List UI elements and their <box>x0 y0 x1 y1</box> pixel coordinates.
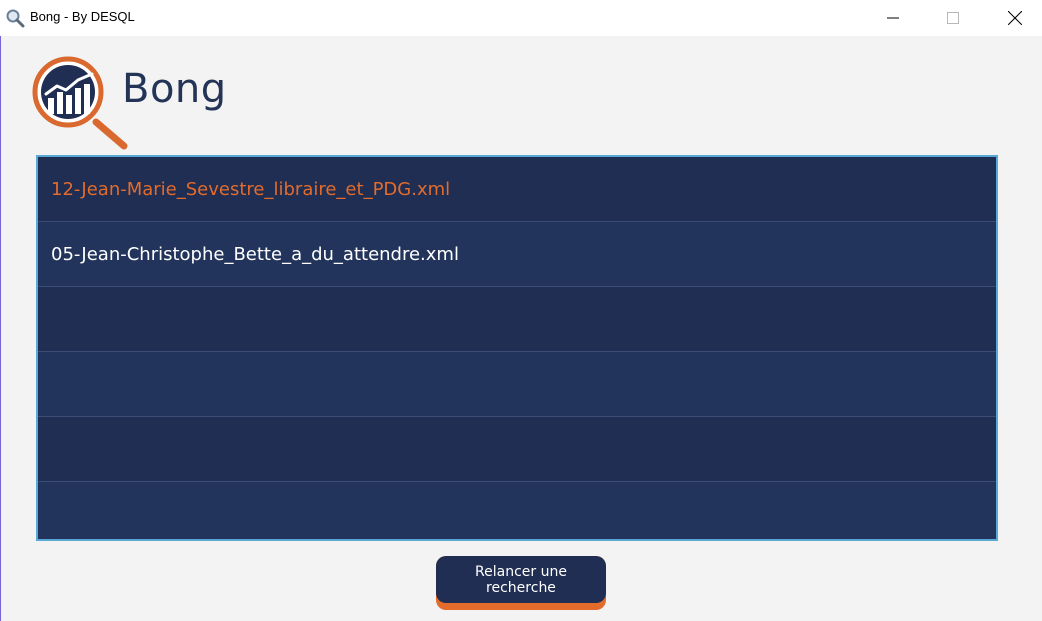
list-item-label: 05-Jean-Christophe_Bette_a_du_attendre.x… <box>51 243 459 265</box>
maximize-icon <box>947 12 959 24</box>
magnifier-icon <box>5 8 25 28</box>
window-border <box>0 0 1 621</box>
minimize-button[interactable] <box>870 0 916 36</box>
restart-button-shadow: Relancer une recherche <box>436 556 606 610</box>
list-item[interactable] <box>38 482 996 539</box>
app-logo-icon <box>30 54 130 154</box>
list-item[interactable] <box>38 287 996 352</box>
minimize-icon <box>887 17 899 19</box>
window-title: Bong - By DESQL <box>30 9 135 24</box>
list-item-label: 12-Jean-Marie_Sevestre_libraire_et_PDG.x… <box>51 178 451 200</box>
close-button[interactable] <box>992 0 1038 36</box>
list-item[interactable] <box>38 352 996 417</box>
title-bar[interactable]: Bong - By DESQL <box>0 0 1042 36</box>
list-item[interactable]: 05-Jean-Christophe_Bette_a_du_attendre.x… <box>38 222 996 287</box>
list-item[interactable] <box>38 417 996 482</box>
restart-search-button[interactable]: Relancer une recherche <box>436 556 606 603</box>
maximize-button[interactable] <box>930 0 976 36</box>
results-list[interactable]: 12-Jean-Marie_Sevestre_libraire_et_PDG.x… <box>36 155 998 541</box>
app-title: Bong <box>122 66 227 112</box>
list-item[interactable]: 12-Jean-Marie_Sevestre_libraire_et_PDG.x… <box>38 157 996 222</box>
close-icon <box>1008 11 1022 25</box>
